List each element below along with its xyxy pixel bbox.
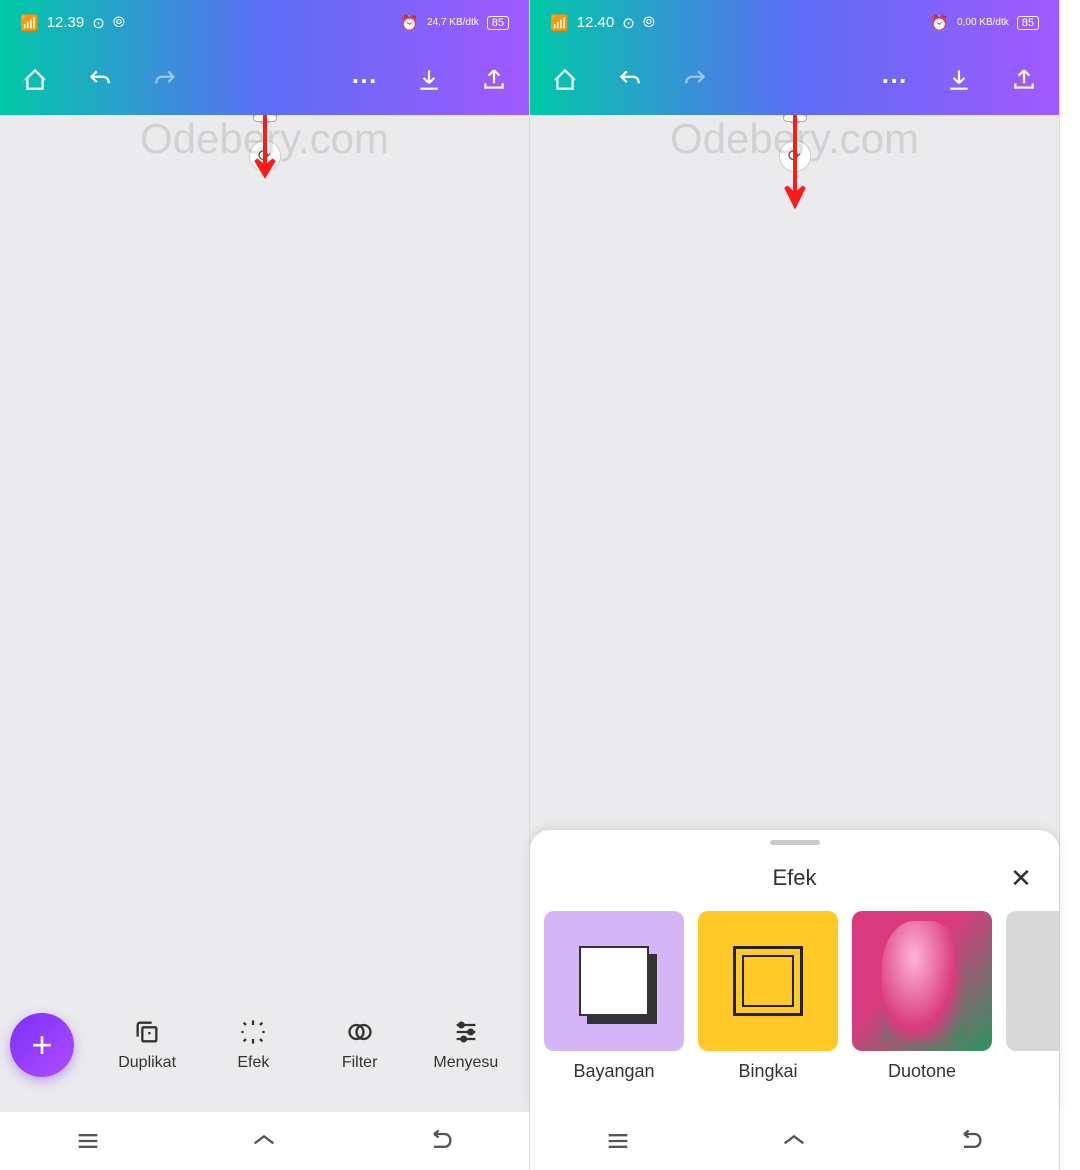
undo-button[interactable] — [615, 65, 645, 95]
frame-icon — [733, 946, 803, 1016]
app-toolbar: ⋯ — [530, 45, 1059, 115]
tool-label: Filter — [342, 1054, 378, 1072]
redo-button[interactable] — [150, 65, 180, 95]
effect-bingkai[interactable]: Bingkai — [698, 911, 838, 1082]
sheet-drag-handle[interactable] — [770, 840, 820, 845]
nav-menu-icon[interactable] — [74, 1127, 102, 1155]
effect-label: Bayangan — [573, 1061, 654, 1082]
effects-list[interactable]: Bayangan Bingkai Duotone Ph — [530, 911, 1059, 1082]
system-nav — [530, 1112, 1059, 1170]
whatsapp-icon: ⊙ — [622, 14, 635, 32]
share-button[interactable] — [1009, 65, 1039, 95]
home-button[interactable] — [550, 65, 580, 95]
tool-label: Efek — [237, 1054, 269, 1072]
tool-filter[interactable]: Filter — [307, 1018, 413, 1072]
download-button[interactable] — [414, 65, 444, 95]
broadcast-icon: ⦾ — [113, 14, 125, 31]
effects-sheet: Efek ✕ Bayangan Bingkai Duotone Ph — [530, 830, 1059, 1112]
app-toolbar: ⋯ — [0, 45, 529, 115]
share-button[interactable] — [479, 65, 509, 95]
battery-icon: 85 — [1017, 16, 1039, 30]
tool-adjust[interactable]: Menyesu — [413, 1018, 519, 1072]
more-button[interactable]: ⋯ — [879, 65, 909, 95]
shadow-icon — [579, 946, 649, 1016]
alarm-icon: ⏰ — [930, 14, 949, 32]
net-speed: 0,00 KB/dtk — [957, 17, 1009, 28]
alarm-icon: ⏰ — [400, 14, 419, 32]
nav-home-icon[interactable] — [780, 1127, 808, 1155]
sheet-title: Efek — [772, 865, 816, 891]
download-button[interactable] — [944, 65, 974, 95]
status-bar: 📶 12.39 ⊙ ⦾ ⏰ 24,7 KB/dtk 85 — [0, 0, 529, 45]
redo-button[interactable] — [680, 65, 710, 95]
nav-back-icon[interactable] — [957, 1127, 985, 1155]
net-speed: 24,7 KB/dtk — [427, 17, 479, 28]
annotation-arrow — [253, 115, 277, 185]
whatsapp-icon: ⊙ — [92, 14, 105, 32]
close-button[interactable]: ✕ — [1003, 860, 1039, 896]
undo-button[interactable] — [85, 65, 115, 95]
effect-photogenic[interactable]: Ph — [1006, 911, 1059, 1082]
more-button[interactable]: ⋯ — [349, 65, 379, 95]
tool-duplicate[interactable]: Duplikat — [94, 1018, 200, 1072]
effect-label: Bingkai — [738, 1061, 797, 1082]
signal-icon: 📶 — [550, 14, 569, 32]
duotone-icon — [882, 921, 962, 1041]
bottom-toolbar: + Duplikat Efek Filter Menyesu — [0, 980, 529, 1110]
add-button[interactable]: + — [10, 1013, 74, 1077]
effect-duotone[interactable]: Duotone — [852, 911, 992, 1082]
status-time: 12.39 — [47, 14, 85, 31]
nav-home-icon[interactable] — [250, 1127, 278, 1155]
annotation-arrow — [783, 115, 807, 215]
phone-right: 📶 12.40 ⊙ ⦾ ⏰ 0,00 KB/dtk 85 ⋯ — [530, 0, 1060, 1170]
signal-icon: 📶 — [20, 14, 39, 32]
nav-back-icon[interactable] — [427, 1127, 455, 1155]
effect-label: Duotone — [888, 1061, 956, 1082]
nav-menu-icon[interactable] — [604, 1127, 632, 1155]
status-bar: 📶 12.40 ⊙ ⦾ ⏰ 0,00 KB/dtk 85 — [530, 0, 1059, 45]
tool-label: Menyesu — [433, 1054, 498, 1072]
battery-icon: 85 — [487, 16, 509, 30]
phone-left: 📶 12.39 ⊙ ⦾ ⏰ 24,7 KB/dtk 85 ⋯ — [0, 0, 530, 1170]
broadcast-icon: ⦾ — [643, 14, 655, 31]
tool-label: Duplikat — [118, 1054, 176, 1072]
status-time: 12.40 — [577, 14, 615, 31]
canvas-area[interactable]: ⟳ Odebery.com + Duplikat Efek Filter — [0, 115, 529, 1170]
system-nav — [0, 1112, 529, 1170]
effect-bayangan[interactable]: Bayangan — [544, 911, 684, 1082]
home-button[interactable] — [20, 65, 50, 95]
tool-effects[interactable]: Efek — [200, 1018, 306, 1072]
